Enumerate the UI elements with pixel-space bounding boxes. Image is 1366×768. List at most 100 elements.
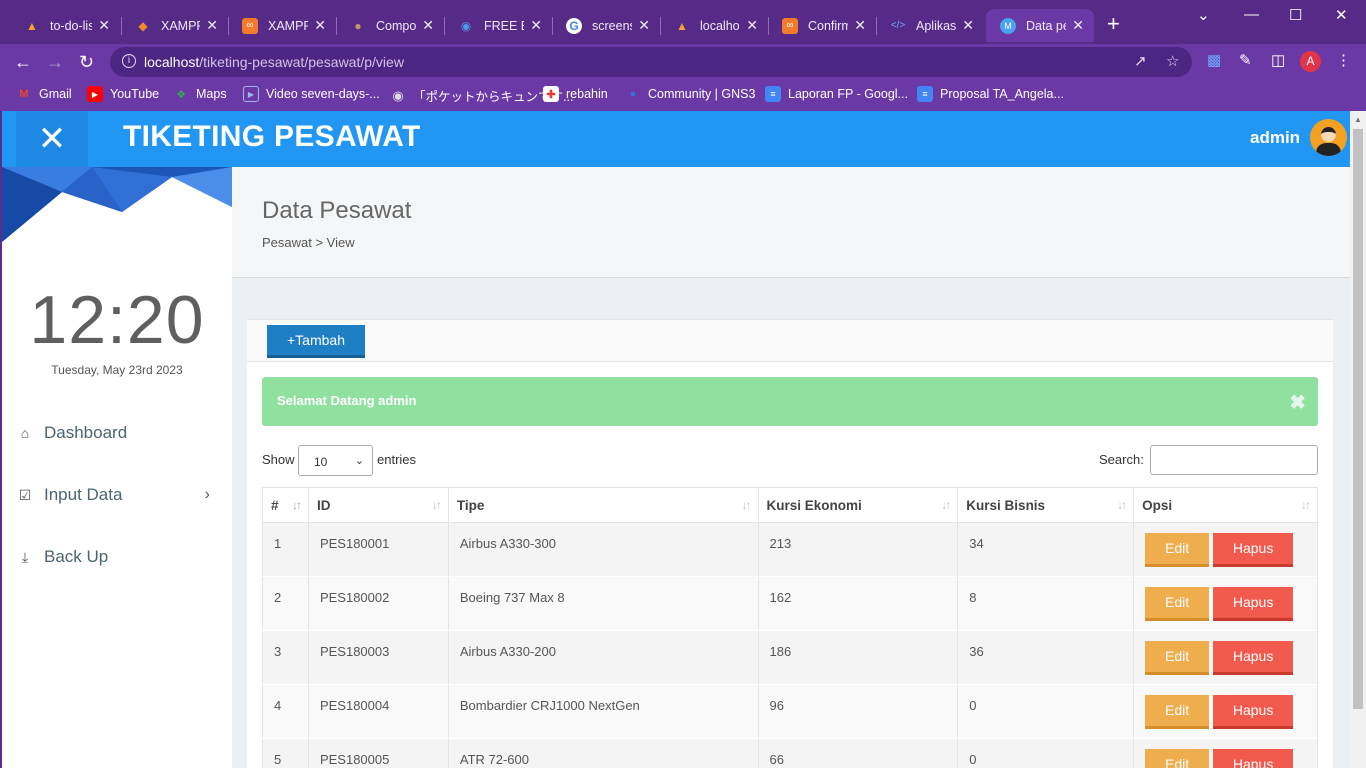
- aircraft-table: # ↓↑ ID ↓↑ Tipe ↓↑ Kursi Ekonomi ↓↑ Kursi Bi…: [262, 487, 1318, 768]
- column-header[interactable]: Opsi ↓↑: [1133, 487, 1318, 523]
- share-icon[interactable]: ↗: [1134, 52, 1147, 70]
- edit-button[interactable]: Edit: [1145, 641, 1210, 675]
- new-tab-icon[interactable]: +: [1107, 13, 1120, 35]
- browser-tab[interactable]: ▲ to-do-lis ✕: [10, 9, 120, 42]
- bookmark-item[interactable]: ≡ Proposal TA_Angela...: [917, 86, 1064, 102]
- tab-title: to-do-lis: [50, 18, 93, 33]
- close-tab-icon[interactable]: ✕: [98, 17, 110, 34]
- close-tab-icon[interactable]: ✕: [638, 17, 650, 34]
- delete-button[interactable]: Hapus: [1213, 533, 1294, 567]
- xampp-icon: ∞: [242, 17, 258, 34]
- edit-button[interactable]: Edit: [1145, 533, 1210, 567]
- edit-button[interactable]: Edit: [1145, 695, 1210, 729]
- tab-title: XAMPP: [268, 18, 309, 33]
- close-tab-icon[interactable]: ✕: [422, 17, 434, 34]
- chevron-right-icon: ›: [204, 486, 210, 503]
- bookmark-item[interactable]: ▶ Video seven-days-...: [243, 86, 380, 102]
- close-tab-icon[interactable]: ✕: [962, 17, 974, 34]
- add-button[interactable]: +Tambah: [267, 325, 365, 358]
- entries-value: 10: [314, 455, 328, 469]
- page-scrollbar[interactable]: ▲: [1350, 111, 1366, 768]
- edit-button[interactable]: Edit: [1145, 587, 1210, 621]
- forward-icon[interactable]: →: [46, 52, 64, 72]
- bookmark-item[interactable]: ❖ Maps: [173, 86, 227, 102]
- bookmark-item[interactable]: ≡ Laporan FP - Googl...: [765, 86, 908, 102]
- firebase-icon: ▲: [26, 18, 38, 33]
- close-tab-icon[interactable]: ✕: [1072, 17, 1084, 34]
- maps-icon: ❖: [176, 88, 186, 101]
- sidebar-banner: [2, 167, 232, 242]
- delete-button[interactable]: Hapus: [1213, 587, 1294, 621]
- browser-tab-active[interactable]: M Data pe ✕: [986, 9, 1094, 42]
- bookmark-item[interactable]: M Gmail: [16, 86, 71, 102]
- browser-tab[interactable]: ● Compos ✕: [336, 9, 444, 42]
- phpmyadmin-icon: ▲: [676, 18, 688, 33]
- table-row: 5 PES180005 ATR 72-600 66 0 Edit Hapus: [262, 738, 1318, 768]
- info-icon[interactable]: i: [122, 54, 136, 68]
- browser-tab[interactable]: ◉ FREE Bu ✕: [444, 9, 552, 42]
- browser-tab[interactable]: </> Aplikasi ✕: [876, 9, 984, 42]
- address-bar[interactable]: i localhost/tiketing-pesawat/pesawat/p/v…: [110, 47, 1192, 77]
- tab-search-icon[interactable]: ⌄: [1197, 6, 1210, 24]
- column-header[interactable]: # ↓↑: [262, 487, 309, 523]
- close-tab-icon[interactable]: ✕: [530, 17, 542, 34]
- back-icon[interactable]: ←: [14, 52, 32, 72]
- close-window-icon[interactable]: ✕: [1335, 6, 1348, 24]
- close-menu-icon[interactable]: ✕: [16, 111, 88, 167]
- column-header[interactable]: Kursi Bisnis ↓↑: [957, 487, 1135, 523]
- scroll-up-icon[interactable]: ▲: [1354, 115, 1362, 124]
- tab-title: Aplikasi: [916, 18, 957, 33]
- close-tab-icon[interactable]: ✕: [314, 17, 326, 34]
- row-actions: Edit Hapus: [1133, 576, 1318, 631]
- minimize-icon[interactable]: —: [1244, 6, 1259, 23]
- avatar[interactable]: [1310, 119, 1347, 156]
- search-input[interactable]: [1150, 445, 1318, 475]
- bookmark-star-icon[interactable]: ☆: [1166, 52, 1179, 70]
- puzzle-icon[interactable]: ✎: [1239, 51, 1252, 69]
- entries-select[interactable]: 10 ⌄: [298, 445, 373, 476]
- profile-avatar[interactable]: A: [1300, 51, 1321, 72]
- menu-kebab-icon[interactable]: ⋮: [1336, 51, 1351, 69]
- close-tab-icon[interactable]: ✕: [854, 17, 866, 34]
- tab-title: localhos: [700, 18, 740, 33]
- browser-tab[interactable]: G screensh ✕: [552, 9, 660, 42]
- sidebar-item-dashboard[interactable]: ⌂ Dashboard: [16, 418, 216, 448]
- table-row: 1 PES180001 Airbus A330-300 213 34 Edit H…: [262, 522, 1318, 577]
- bookmark-item[interactable]: ● Community | GNS3: [625, 86, 756, 102]
- close-tab-icon[interactable]: ✕: [746, 17, 758, 34]
- business-seats: 0: [957, 738, 1135, 768]
- user-name[interactable]: admin: [1250, 128, 1300, 148]
- row-number: 3: [262, 630, 309, 685]
- address-url[interactable]: localhost/tiketing-pesawat/pesawat/p/vie…: [144, 54, 404, 70]
- sidebar-date: Tuesday, May 23rd 2023: [51, 363, 183, 377]
- table-row: 2 PES180002 Boeing 737 Max 8 162 8 Edit H…: [262, 576, 1318, 631]
- edit-button[interactable]: Edit: [1145, 749, 1210, 768]
- business-seats: 34: [957, 522, 1135, 577]
- sidebar-item-input-data[interactable]: ☑ Input Data ›: [16, 480, 216, 510]
- show-label: Show: [262, 452, 295, 467]
- sidebar: 12:20 Tuesday, May 23rd 2023 ⌂ Dashboard…: [2, 167, 232, 768]
- delete-button[interactable]: Hapus: [1213, 641, 1294, 675]
- browser-tab[interactable]: ∞ Confirm ✕: [768, 9, 876, 42]
- close-tab-icon[interactable]: ✕: [206, 17, 218, 34]
- delete-button[interactable]: Hapus: [1213, 749, 1294, 768]
- browser-tab[interactable]: ▲ localhos ✕: [660, 9, 768, 42]
- column-header[interactable]: Kursi Ekonomi ↓↑: [757, 487, 959, 523]
- column-header[interactable]: Tipe ↓↑: [447, 487, 759, 523]
- browser-tab[interactable]: ◆ XAMPP ✕: [121, 9, 228, 42]
- delete-button[interactable]: Hapus: [1213, 695, 1294, 729]
- side-panel-icon[interactable]: ◫: [1271, 51, 1285, 69]
- sidebar-item-back-up[interactable]: ⤓ Back Up: [16, 542, 216, 572]
- scrollbar-thumb[interactable]: [1353, 129, 1363, 709]
- maximize-icon[interactable]: ☐: [1289, 6, 1302, 24]
- bookmark-item[interactable]: ✚ rebahin: [543, 86, 608, 102]
- browser-tab[interactable]: ∞ XAMPP ✕: [228, 9, 336, 42]
- reload-icon[interactable]: ↻: [79, 52, 94, 72]
- docs-icon: ≡: [765, 86, 781, 102]
- row-actions: Edit Hapus: [1133, 630, 1318, 685]
- column-header[interactable]: ID ↓↑: [307, 487, 449, 523]
- close-alert-icon[interactable]: ✖: [1289, 390, 1306, 415]
- extension-icon[interactable]: ▩: [1207, 51, 1221, 69]
- bookmark-item[interactable]: ▶ YouTube: [87, 86, 159, 102]
- welcome-alert: Selamat Datang admin ✖: [262, 377, 1318, 426]
